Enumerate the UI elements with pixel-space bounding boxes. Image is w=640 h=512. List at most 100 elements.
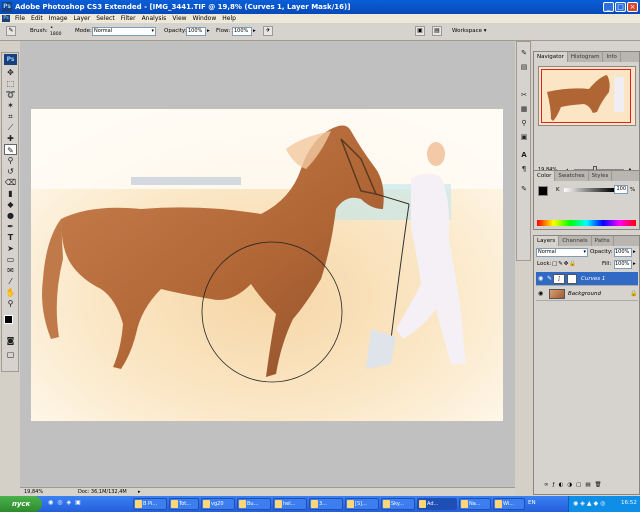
taskbar-item[interactable]: hel... [273, 498, 307, 510]
pen-tool-icon[interactable]: ✒ [4, 221, 17, 232]
mode-select[interactable]: Normal ▾ [92, 27, 156, 36]
layer-comps-icon[interactable]: ▣ [519, 132, 529, 142]
lock-icons[interactable]: □✎✥🔒 [552, 260, 577, 268]
tab-styles[interactable]: Styles [589, 171, 613, 181]
clone-source-icon[interactable]: ⚲ [519, 118, 529, 128]
eye-icon[interactable]: ◉ [538, 275, 545, 282]
palette-well-icon[interactable]: ▤ [432, 26, 442, 36]
menu-layer[interactable]: Layer [70, 14, 93, 23]
opacity-field[interactable]: 100% [186, 27, 206, 36]
tab-swatches[interactable]: Swatches [555, 171, 589, 181]
tray-icons[interactable]: ◉◈▲◆◎ [573, 500, 607, 507]
navigator-preview[interactable] [538, 66, 636, 126]
quick-launch-icons[interactable]: ◉◎◈▣ [48, 499, 128, 509]
slice-tool-icon[interactable]: ⟋ [4, 122, 17, 133]
taskbar-item[interactable]: Tot... [169, 498, 199, 510]
maximize-button[interactable]: □ [615, 2, 626, 12]
tool-preset-brush-icon[interactable]: ✎ [6, 26, 16, 36]
blend-mode-select[interactable]: Normal ▾ [536, 248, 588, 257]
workspace-menu[interactable]: Workspace ▾ [452, 27, 487, 35]
language-indicator[interactable]: EN [528, 500, 536, 506]
lasso-tool-icon[interactable]: ➰ [4, 89, 17, 100]
document-image[interactable] [31, 109, 503, 421]
menu-filter[interactable]: Filter [118, 14, 139, 23]
shape-tool-icon[interactable]: ▭ [4, 254, 17, 265]
layers-footer-icons[interactable]: ∞ƒ◐◑▢▤🗑 [544, 481, 606, 489]
color-foreground-swatch[interactable] [538, 186, 548, 196]
menu-view[interactable]: View [169, 14, 189, 23]
tab-navigator[interactable]: Navigator [534, 52, 568, 62]
eraser-tool-icon[interactable]: ⌫ [4, 177, 17, 188]
brush-tool-icon[interactable]: ✎ [4, 144, 17, 155]
taskbar-item[interactable]: 3... [309, 498, 343, 510]
layer-opacity-chevron-icon[interactable]: ▸ [633, 248, 636, 256]
healing-brush-tool-icon[interactable]: ✚ [4, 133, 17, 144]
type-tool-icon[interactable]: T [4, 232, 17, 243]
taskbar-item[interactable]: Bu... [237, 498, 271, 510]
marquee-tool-icon[interactable]: ⬚ [4, 78, 17, 89]
actions-icon[interactable]: ✂ [519, 90, 529, 100]
tab-info[interactable]: Info [603, 52, 621, 62]
move-tool-icon[interactable]: ✥ [4, 67, 17, 78]
eyedropper-tool-icon[interactable]: ⁄ [4, 276, 17, 287]
tab-histogram[interactable]: Histogram [568, 52, 604, 62]
layer-mask-thumbnail[interactable] [567, 274, 577, 284]
notes-tool-icon[interactable]: ✉ [4, 265, 17, 276]
screen-mode-icon[interactable]: ▣ [415, 26, 425, 36]
menu-file[interactable]: File [12, 14, 28, 23]
magic-wand-tool-icon[interactable]: ✶ [4, 100, 17, 111]
screen-mode-toggle-icon[interactable]: ▢ [4, 349, 17, 360]
menu-help[interactable]: Help [219, 14, 239, 23]
layer-opacity-field[interactable]: 100% [614, 248, 632, 257]
taskbar-item[interactable]: Na... [459, 498, 491, 510]
navigator-view-box[interactable] [541, 69, 631, 123]
layer-row-curves[interactable]: ◉ ✎ ∫ Curves 1 [536, 272, 638, 286]
opacity-chevron-icon[interactable]: ▸ [207, 27, 210, 35]
taskbar-item-photoshop[interactable]: Ad... [417, 498, 457, 510]
tab-layers[interactable]: Layers [534, 236, 560, 246]
taskbar-item[interactable]: Sky... [381, 498, 415, 510]
character-icon[interactable]: A [519, 150, 529, 160]
airbrush-icon[interactable]: ✈ [263, 26, 273, 36]
tab-paths[interactable]: Paths [592, 236, 614, 246]
clone-stamp-tool-icon[interactable]: ⚲ [4, 155, 17, 166]
fill-chevron-icon[interactable]: ▸ [633, 260, 636, 268]
zoom-tool-icon[interactable]: ⚲ [4, 298, 17, 309]
color-k-slider[interactable] [564, 188, 614, 192]
start-button[interactable]: пуск [0, 496, 42, 512]
tab-color[interactable]: Color [534, 171, 556, 181]
taskbar-item[interactable]: В Pi... [133, 498, 167, 510]
taskbar-item[interactable]: Wi... [493, 498, 525, 510]
measurement-log-icon[interactable]: ✎ [519, 184, 529, 194]
layer-row-background[interactable]: ◉ Background 🔒 [536, 287, 638, 301]
paragraph-icon[interactable]: ¶ [519, 164, 529, 174]
close-button[interactable]: × [627, 2, 638, 12]
menu-analysis[interactable]: Analysis [139, 14, 170, 23]
color-k-value[interactable]: 100 [614, 185, 628, 194]
menu-window[interactable]: Window [190, 14, 220, 23]
menu-select[interactable]: Select [93, 14, 118, 23]
eye-icon[interactable]: ◉ [538, 290, 545, 297]
clock[interactable]: 16:52 [621, 500, 637, 506]
history-brush-tool-icon[interactable]: ↺ [4, 166, 17, 177]
path-selection-tool-icon[interactable]: ➤ [4, 243, 17, 254]
crop-tool-icon[interactable]: ⌗ [4, 111, 17, 122]
taskbar-item[interactable]: [S]... [345, 498, 379, 510]
minimize-button[interactable]: _ [603, 2, 614, 12]
color-spectrum-bar[interactable] [537, 220, 636, 226]
gradient-tool-icon[interactable]: ▮ [4, 188, 17, 199]
flow-chevron-icon[interactable]: ▸ [253, 27, 256, 35]
foreground-color-swatch[interactable] [4, 315, 13, 324]
taskbar-item[interactable]: vg20 [201, 498, 235, 510]
fill-field[interactable]: 100% [614, 260, 632, 269]
quick-mask-icon[interactable]: ◙ [4, 335, 17, 346]
menu-image[interactable]: Image [46, 14, 71, 23]
history-icon[interactable]: ▦ [519, 104, 529, 114]
menu-edit[interactable]: Edit [28, 14, 46, 23]
hand-tool-icon[interactable]: ✋ [4, 287, 17, 298]
brushes-icon[interactable]: ▤ [519, 62, 529, 72]
tab-channels[interactable]: Channels [559, 236, 592, 246]
blur-tool-icon[interactable]: ◆ [4, 199, 17, 210]
document-icon[interactable]: Ps [2, 15, 10, 22]
tool-presets-icon[interactable]: ✎ [519, 48, 529, 58]
